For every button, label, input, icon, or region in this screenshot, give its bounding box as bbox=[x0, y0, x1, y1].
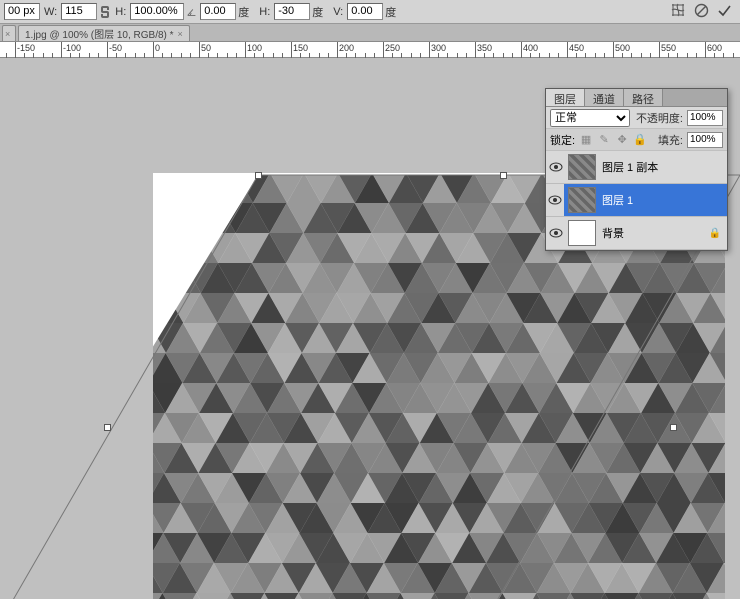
document-tabs: × 1.jpg @ 100% (图层 10, RGB/8) * × bbox=[0, 24, 740, 42]
transform-handle[interactable] bbox=[255, 172, 262, 179]
opacity-label: 不透明度: bbox=[636, 110, 683, 126]
tab-title: 1.jpg @ 100% (图层 10, RGB/8) * bbox=[25, 26, 174, 41]
commit-icon[interactable] bbox=[717, 3, 732, 18]
lock-transparency-icon[interactable]: ▦ bbox=[579, 133, 593, 147]
blend-row: 正常 不透明度: 100% bbox=[546, 107, 727, 129]
layer-row[interactable]: 背景 🔒 bbox=[546, 217, 727, 250]
hskew-value[interactable]: -30 bbox=[274, 3, 310, 20]
angle-value[interactable]: 0.00 bbox=[200, 3, 236, 20]
layer-thumb bbox=[568, 154, 596, 180]
link-icon[interactable] bbox=[99, 4, 111, 20]
h-label: H: bbox=[113, 6, 128, 18]
warp-icon[interactable] bbox=[670, 2, 686, 18]
layer-name: 图层 1 副本 bbox=[600, 159, 658, 175]
x-value[interactable]: 00 px bbox=[4, 3, 40, 20]
vskew-unit2: 度 bbox=[385, 4, 402, 20]
lock-position-icon[interactable]: ✥ bbox=[615, 133, 629, 147]
fill-value[interactable]: 100% bbox=[687, 132, 723, 148]
h-value[interactable]: 100.00% bbox=[130, 3, 184, 20]
commit-group bbox=[670, 2, 732, 18]
layers-panel: 图层 通道 路径 正常 不透明度: 100% 锁定: ▦ ✎ ✥ 🔒 填充: 1… bbox=[545, 88, 728, 251]
panel-tabs: 图层 通道 路径 bbox=[546, 89, 727, 107]
document-tab-blank[interactable]: × bbox=[2, 25, 16, 41]
tab-paths[interactable]: 路径 bbox=[624, 89, 663, 106]
layer-thumb bbox=[568, 187, 596, 213]
w-value[interactable]: 115 bbox=[61, 3, 97, 20]
visibility-icon[interactable] bbox=[548, 228, 564, 238]
transform-handle[interactable] bbox=[670, 424, 677, 431]
document-tab[interactable]: 1.jpg @ 100% (图层 10, RGB/8) * × bbox=[18, 25, 190, 41]
tab-layers[interactable]: 图层 bbox=[546, 89, 585, 106]
angle-unit: 度 bbox=[238, 4, 255, 20]
layer-list: 图层 1 副本图层 1 背景 🔒 bbox=[546, 151, 727, 250]
vskew-label: V: bbox=[331, 6, 345, 18]
hskew-label: H: bbox=[257, 6, 272, 18]
close-icon[interactable]: × bbox=[178, 29, 183, 39]
transform-handle[interactable] bbox=[500, 172, 507, 179]
layer-row[interactable]: 图层 1 bbox=[546, 184, 727, 217]
hskew-unit: 度 bbox=[312, 4, 329, 20]
layer-row[interactable]: 图层 1 副本 bbox=[546, 151, 727, 184]
lock-pixels-icon[interactable]: ✎ bbox=[597, 133, 611, 147]
opacity-value[interactable]: 100% bbox=[687, 110, 723, 126]
lock-icon: 🔒 bbox=[709, 228, 721, 239]
vskew-value[interactable]: 0.00 bbox=[347, 3, 383, 20]
close-icon[interactable]: × bbox=[5, 29, 10, 39]
transform-options-bar: 00 px W: 115 H: 100.00% 0.00 度 H: -30 度 … bbox=[0, 0, 740, 24]
visibility-icon[interactable] bbox=[548, 162, 564, 172]
w-label: W: bbox=[42, 6, 59, 18]
cancel-icon[interactable] bbox=[694, 3, 709, 18]
blend-mode-select[interactable]: 正常 bbox=[550, 109, 630, 127]
angle-icon bbox=[186, 4, 198, 20]
transform-handle[interactable] bbox=[104, 424, 111, 431]
layer-name: 背景 bbox=[600, 225, 624, 241]
visibility-icon[interactable] bbox=[546, 184, 564, 216]
lock-all-icon[interactable]: 🔒 bbox=[633, 133, 647, 147]
horizontal-ruler: -150-100-5005010015020025030035040045050… bbox=[0, 42, 740, 58]
tab-channels[interactable]: 通道 bbox=[585, 89, 624, 106]
lock-row: 锁定: ▦ ✎ ✥ 🔒 填充: 100% bbox=[546, 129, 727, 151]
lock-label: 锁定: bbox=[550, 132, 575, 148]
layer-thumb bbox=[568, 220, 596, 246]
layer-name: 图层 1 bbox=[600, 192, 633, 208]
fill-label: 填充: bbox=[658, 132, 683, 148]
